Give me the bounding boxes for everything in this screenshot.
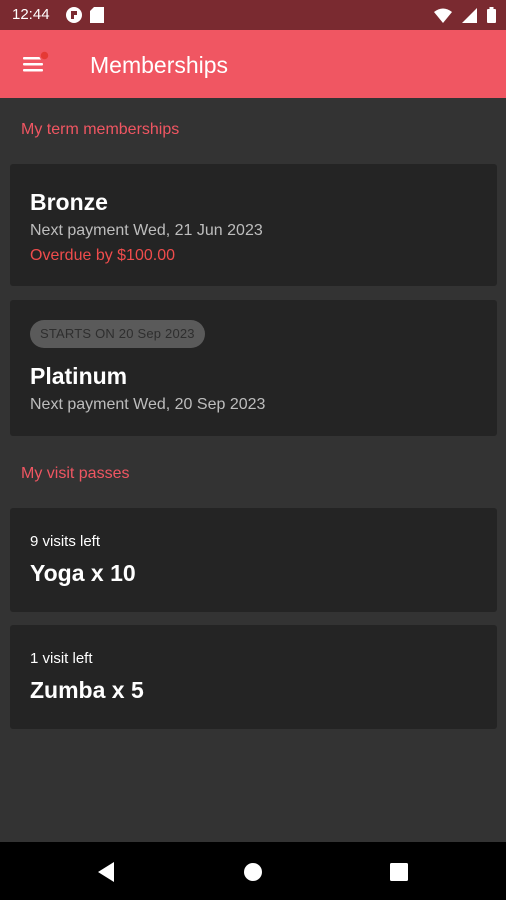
home-button[interactable]: [237, 856, 269, 888]
visit-pass-name: Zumba x 5: [30, 677, 144, 703]
membership-card-bronze[interactable]: Bronze Next payment Wed, 21 Jun 2023 Ove…: [10, 164, 497, 286]
app-notification-icon: [66, 7, 82, 23]
menu-icon: [23, 50, 50, 72]
visit-pass-card-yoga[interactable]: 9 visits left Yoga x 10: [10, 508, 497, 612]
next-payment-text: Next payment Wed, 21 Jun 2023: [30, 222, 263, 239]
wifi-icon: [434, 8, 452, 23]
recents-icon: [390, 863, 408, 881]
membership-card-platinum[interactable]: STARTS ON 20 Sep 2023 Platinum Next paym…: [10, 300, 497, 436]
next-payment-text: Next payment Wed, 20 Sep 2023: [30, 396, 266, 413]
term-memberships-heading: My term memberships: [21, 121, 180, 138]
visit-passes-heading: My visit passes: [21, 465, 130, 482]
sd-card-icon: [90, 7, 104, 23]
membership-name: Platinum: [30, 363, 128, 389]
app-bar: Memberships: [0, 30, 506, 98]
starts-on-badge: STARTS ON 20 Sep 2023: [30, 320, 205, 348]
membership-name: Bronze: [30, 189, 108, 215]
battery-icon: [487, 7, 496, 23]
back-button[interactable]: [90, 856, 122, 888]
recents-button[interactable]: [383, 856, 415, 888]
visits-left-text: 9 visits left: [30, 533, 101, 550]
visits-left-text: 1 visit left: [30, 650, 93, 667]
system-nav-bar: [0, 842, 506, 900]
home-icon: [244, 863, 262, 881]
visit-pass-name: Yoga x 10: [30, 560, 136, 586]
menu-button[interactable]: [18, 48, 52, 80]
visit-pass-card-zumba[interactable]: 1 visit left Zumba x 5: [10, 625, 497, 729]
cell-signal-icon: [462, 7, 477, 23]
status-bar: 12:44: [0, 0, 506, 30]
overdue-text: Overdue by $100.00: [30, 247, 175, 264]
status-time: 12:44: [12, 6, 50, 23]
page-title: Memberships: [90, 52, 229, 78]
back-icon: [98, 862, 114, 882]
